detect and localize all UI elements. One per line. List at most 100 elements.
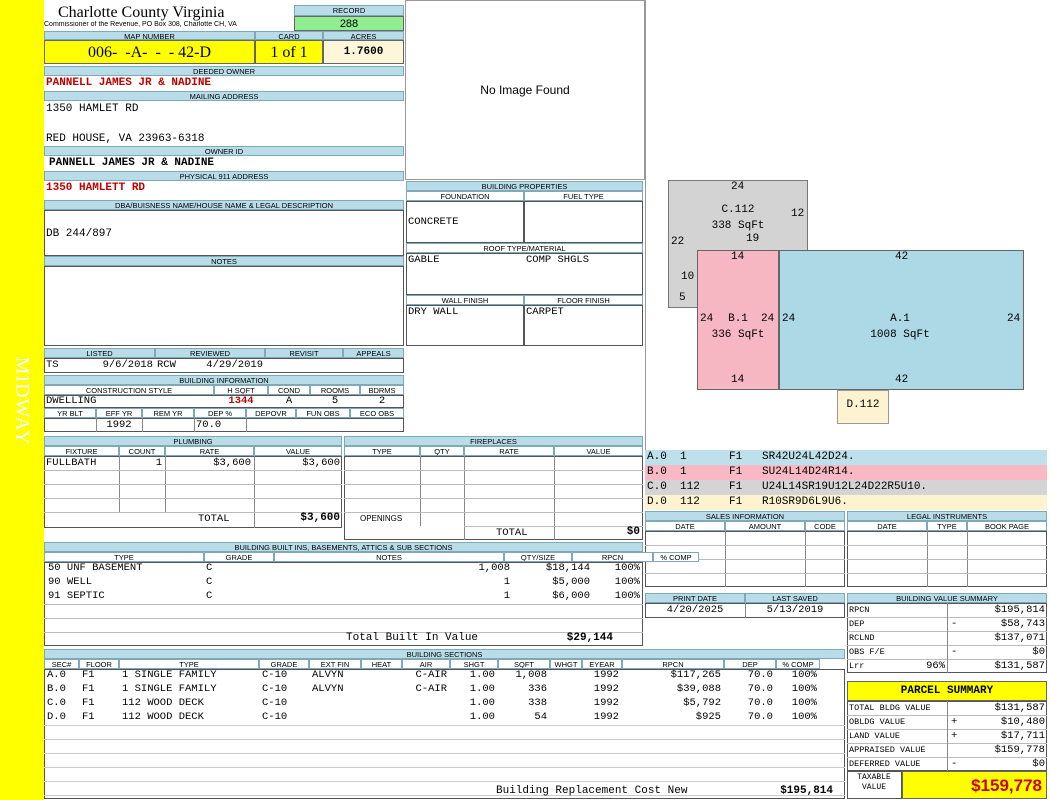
section-dep: 70.0 [747,669,773,681]
section-eyear: 1992 [593,697,619,709]
dim-a-left: 24 [782,313,796,325]
fireplaces-title: FIREPLACES [344,436,643,446]
vector-floor: F1 [729,481,743,493]
notes-label: NOTES [44,256,404,266]
section-sec: C.0 [47,697,66,709]
fuel-box [524,201,643,243]
construction-style: DWELLING [46,395,97,407]
section-eyear: 1992 [593,683,619,695]
column-header: % COMP [653,552,699,562]
builtins-total-label: Total Built In Value [346,632,479,644]
value-label: RCLND [849,633,875,643]
col-divider [947,603,948,673]
section-comp: 100% [791,683,817,695]
legal-description-label: DBA/BUISNESS NAME/HOUSE NAME & LEGAL DES… [44,200,404,210]
foundation-value: CONCRETE [408,216,459,228]
section-sqft: 336 [528,683,547,695]
column-header: DATE [847,521,927,531]
column-header: QTY [420,446,464,456]
dep-pct-label: DEP % [194,408,246,418]
section-comp: 100% [791,669,817,681]
col-divider [947,701,948,771]
column-header: % COMP [776,659,820,669]
parcel-amount: $17,711 [1000,730,1045,742]
dim-a-right: 24 [1007,313,1021,325]
rooms-label: ROOMS [310,385,360,395]
reviewed-by: RCW [157,359,176,371]
column-header: DATE [645,521,725,531]
value-label: DEP [849,619,865,629]
effyr-value: 1992 [106,419,132,431]
vector-floor: F1 [729,451,743,463]
column-header: VALUE [254,446,342,456]
column-header: COUNT [119,446,165,456]
deeded-owner-label: DEEDED OWNER [44,66,404,76]
parcel-summary-title: PARCEL SUMMARY [847,681,1047,701]
no-image-text: No Image Found [480,83,570,97]
remyr-label: REM YR [142,408,194,418]
vector-string: SR42U24L42D24. [762,451,855,463]
roof-label: ROOF TYPE/MATERIAL [406,243,643,253]
column-header: RPCN [622,659,724,669]
reviewed-date: 4/29/2019 [206,359,263,371]
column-header: SQFT [498,659,550,669]
ecoobs-label: ECO OBS [350,408,404,418]
section-sec: D.0 [47,711,66,723]
row-divider [44,781,845,782]
dim-a-bottom: 42 [895,374,909,386]
dim-c-top: 24 [731,181,745,193]
value-amount: $195,814 [994,604,1045,616]
value-label: RPCN [849,605,870,615]
mailing-address-label: MAILING ADDRESS [44,91,404,101]
section-floor: F1 [82,697,95,709]
wall-finish-label: WALL FINISH [406,295,524,305]
value-amount: $131,587 [994,660,1045,672]
dep-pct-value: 70.0 [196,419,222,431]
row-divider [44,739,845,740]
column-header: AIR [402,659,450,669]
section-floor: F1 [82,669,95,681]
roof-type: GABLE [408,254,440,266]
fireplaces-total-label: TOTAL [496,527,528,539]
physical-address: 1350 HAMLETT RD [46,182,146,194]
parcel-label: OBLDG VALUE [849,717,906,727]
section-comp: 100% [791,697,817,709]
column-header: NOTES [274,552,504,562]
parcel-amount: $0 [1032,758,1045,770]
dim-b-top: 14 [731,251,745,263]
section-rpcn: $39,088 [676,683,721,695]
dim-a-top: 42 [895,251,909,263]
dim-c-right: 12 [791,208,805,220]
record-number: 288 [294,16,404,31]
last-saved: 5/13/2019 [766,604,824,616]
physical-address-label: PHYSICAL 911 ADDRESS [44,171,404,181]
fireplaces-openings-label: OPENINGS [360,514,403,523]
section-grade: C-10 [262,669,288,681]
vector-count: 112 [680,496,700,508]
map-number: 006- -A- - - 42-D [44,40,255,64]
sketch-c-sqft: 338 SqFt [711,220,765,232]
column-header: FLOOR [79,659,119,669]
appeals-label: APPEALS [343,348,404,358]
section-comp: 100% [791,711,817,723]
sections-total-label: Building Replacement Cost New [496,785,688,797]
section-type: 112 WOOD DECK [122,697,204,709]
roof-material: COMP SHGLS [526,254,590,266]
builtin-rpcn: $18,144 [545,562,590,574]
sketch-b-sqft: 336 SqFt [711,329,765,341]
sales-title: SALES INFORMATION [645,511,845,521]
sketch-c-code: C.112 [721,204,755,216]
vector-sec: C.0 [647,481,667,493]
bdrms-value: 2 [378,395,386,407]
district-label: MIDWAY [11,356,33,446]
value-pct: 96% [926,660,945,672]
value-sign: - [951,618,958,630]
vector-count: 112 [680,481,700,493]
parcel-label: DEFERRED VALUE [849,759,921,769]
section-dep: 70.0 [747,711,773,723]
section-floor: F1 [82,711,95,723]
cond-label: COND [268,385,310,395]
column-header: SEC# [44,659,79,669]
section-rpcn: $117,265 [670,669,721,681]
builtins-title: BUILDING BUILT INS, BASEMENTS, ATTICS & … [44,542,643,552]
